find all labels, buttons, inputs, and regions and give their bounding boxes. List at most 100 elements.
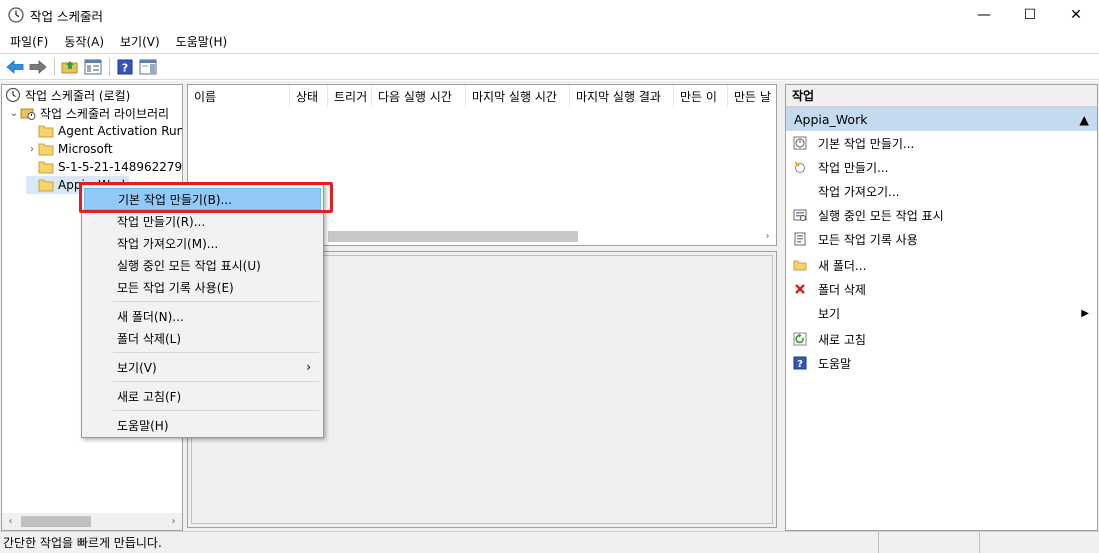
menu-separator: [113, 301, 319, 302]
ctx-delete-folder[interactable]: 폴더 삭제(L): [84, 327, 321, 349]
help-button[interactable]: ?: [114, 56, 136, 78]
action-create-basic-task[interactable]: 기본 작업 만들기...: [786, 131, 1097, 155]
action-label: 보기: [818, 306, 841, 321]
running-tasks-icon: [792, 207, 808, 223]
context-menu: 기본 작업 만들기(B)... 작업 만들기(R)... 작업 가져오기(M).…: [81, 184, 324, 438]
tree-root-label: 작업 스케줄러 (로컬): [25, 88, 131, 103]
action-view[interactable]: 보기 ▶: [786, 301, 1097, 325]
clock-icon: [5, 87, 21, 103]
ctx-item-label: 작업 만들기(R)...: [117, 214, 206, 229]
back-arrow-icon: [6, 59, 24, 74]
ctx-item-label: 보기(V): [117, 360, 157, 375]
library-folder-icon: [20, 108, 36, 120]
menu-view[interactable]: 보기(V): [114, 33, 166, 50]
column-header[interactable]: 마지막 실행 결과: [570, 85, 674, 107]
status-cell: [979, 532, 1099, 553]
action-label: 실행 중인 모든 작업 표시: [818, 208, 944, 223]
actions-header: 작업: [786, 85, 1097, 107]
up-folder-button[interactable]: [59, 56, 81, 78]
expand-chevron-icon[interactable]: ›: [26, 144, 38, 155]
ctx-item-label: 실행 중인 모든 작업 표시(U): [117, 258, 261, 273]
folder-icon: [38, 161, 54, 174]
svg-text:?: ?: [797, 359, 803, 370]
collapse-chevron-icon[interactable]: ⌄: [8, 108, 20, 119]
status-cell: [878, 532, 979, 553]
show-action-pane-button[interactable]: [137, 56, 159, 78]
tree-item-folder[interactable]: S-1-5-21-148962279: [26, 158, 182, 176]
ctx-item-label: 새로 고침(F): [117, 389, 182, 404]
menu-file[interactable]: 파일(F): [4, 33, 54, 50]
window-title: 작업 스케줄러: [30, 8, 103, 24]
scroll-right-icon[interactable]: ›: [165, 516, 182, 527]
menu-bar: 파일(F) 동작(A) 보기(V) 도움말(H): [0, 30, 1099, 52]
collapse-triangle-icon[interactable]: ▲: [1079, 112, 1089, 127]
column-header[interactable]: 만든 날: [728, 85, 774, 107]
close-button[interactable]: ✕: [1053, 0, 1099, 30]
ctx-refresh[interactable]: 새로 고침(F): [84, 385, 321, 407]
column-header[interactable]: 상태: [290, 85, 328, 107]
action-create-task[interactable]: 작업 만들기...: [786, 155, 1097, 179]
tree-library-label: 작업 스케줄러 라이브러리: [40, 106, 170, 121]
scroll-thumb[interactable]: [328, 231, 578, 242]
ctx-show-running-tasks[interactable]: 실행 중인 모든 작업 표시(U): [84, 254, 321, 276]
action-import-task[interactable]: 작업 가져오기...: [786, 179, 1097, 203]
action-label: 기본 작업 만들기...: [818, 136, 915, 151]
tree-folder-label: Microsoft: [58, 142, 113, 156]
action-label: 도움말: [818, 356, 852, 371]
minimize-button[interactable]: —: [961, 0, 1007, 30]
ctx-item-label: 모든 작업 기록 사용(E): [117, 280, 234, 295]
help-icon: ?: [117, 59, 133, 74]
toolbar: ?: [0, 53, 1099, 80]
action-refresh[interactable]: 새로 고침: [786, 327, 1097, 351]
action-pane-icon: [139, 59, 157, 74]
action-new-folder[interactable]: 새 폴더...: [786, 253, 1097, 277]
tree-folder-label: S-1-5-21-148962279: [58, 160, 183, 174]
folder-icon: [38, 179, 54, 192]
ctx-import-task[interactable]: 작업 가져오기(M)...: [84, 232, 321, 254]
action-enable-history[interactable]: 모든 작업 기록 사용: [786, 227, 1097, 251]
forward-button[interactable]: [27, 56, 49, 78]
menu-help[interactable]: 도움말(H): [170, 33, 234, 50]
forward-arrow-icon: [29, 59, 47, 74]
scroll-thumb[interactable]: [21, 516, 91, 527]
create-basic-task-icon: [792, 135, 808, 151]
folder-icon: [38, 125, 54, 138]
ctx-view[interactable]: 보기(V) ›: [84, 356, 321, 378]
column-header[interactable]: 이름: [188, 85, 290, 107]
scroll-right-icon[interactable]: ›: [759, 231, 776, 242]
status-text: 간단한 작업을 빠르게 만듭니다.: [3, 536, 162, 550]
tree-item-root[interactable]: 작업 스케줄러 (로컬): [5, 86, 130, 104]
actions-section-header[interactable]: Appia_Work ▲: [786, 107, 1097, 131]
action-label: 새 폴더...: [818, 258, 867, 273]
toolbar-separator: [54, 57, 55, 76]
show-tree-button[interactable]: [82, 56, 104, 78]
tree-item-folder[interactable]: Agent Activation Run: [26, 122, 183, 140]
tree-item-folder[interactable]: › Microsoft: [26, 140, 113, 158]
menu-action[interactable]: 동작(A): [58, 33, 110, 50]
tree-horizontal-scrollbar[interactable]: ‹ ›: [2, 513, 182, 530]
ctx-enable-history[interactable]: 모든 작업 기록 사용(E): [84, 276, 321, 298]
back-button[interactable]: [4, 56, 26, 78]
scroll-left-icon[interactable]: ‹: [2, 516, 19, 527]
action-help[interactable]: ? 도움말: [786, 351, 1097, 375]
menu-separator: [113, 410, 319, 411]
column-header[interactable]: 트리거: [328, 85, 372, 107]
tree-item-library[interactable]: ⌄ 작업 스케줄러 라이브러리: [8, 104, 169, 122]
action-label: 모든 작업 기록 사용: [818, 232, 918, 247]
action-label: 폴더 삭제: [818, 282, 866, 297]
history-icon: [792, 231, 808, 247]
delete-icon: [792, 281, 808, 297]
column-header[interactable]: 마지막 실행 시간: [466, 85, 570, 107]
ctx-help[interactable]: 도움말(H): [84, 414, 321, 436]
actions-section-title: Appia_Work: [794, 111, 868, 127]
maximize-button[interactable]: ☐: [1007, 0, 1053, 30]
toolbar-separator: [109, 57, 110, 76]
ctx-new-folder[interactable]: 새 폴더(N)...: [84, 305, 321, 327]
action-show-running-tasks[interactable]: 실행 중인 모든 작업 표시: [786, 203, 1097, 227]
action-delete-folder[interactable]: 폴더 삭제: [786, 277, 1097, 301]
tree-folder-label: Agent Activation Run: [58, 124, 183, 138]
create-task-icon: [792, 159, 808, 175]
ctx-create-task[interactable]: 작업 만들기(R)...: [84, 210, 321, 232]
column-header[interactable]: 만든 이: [674, 85, 728, 107]
column-header[interactable]: 다음 실행 시간: [372, 85, 466, 107]
